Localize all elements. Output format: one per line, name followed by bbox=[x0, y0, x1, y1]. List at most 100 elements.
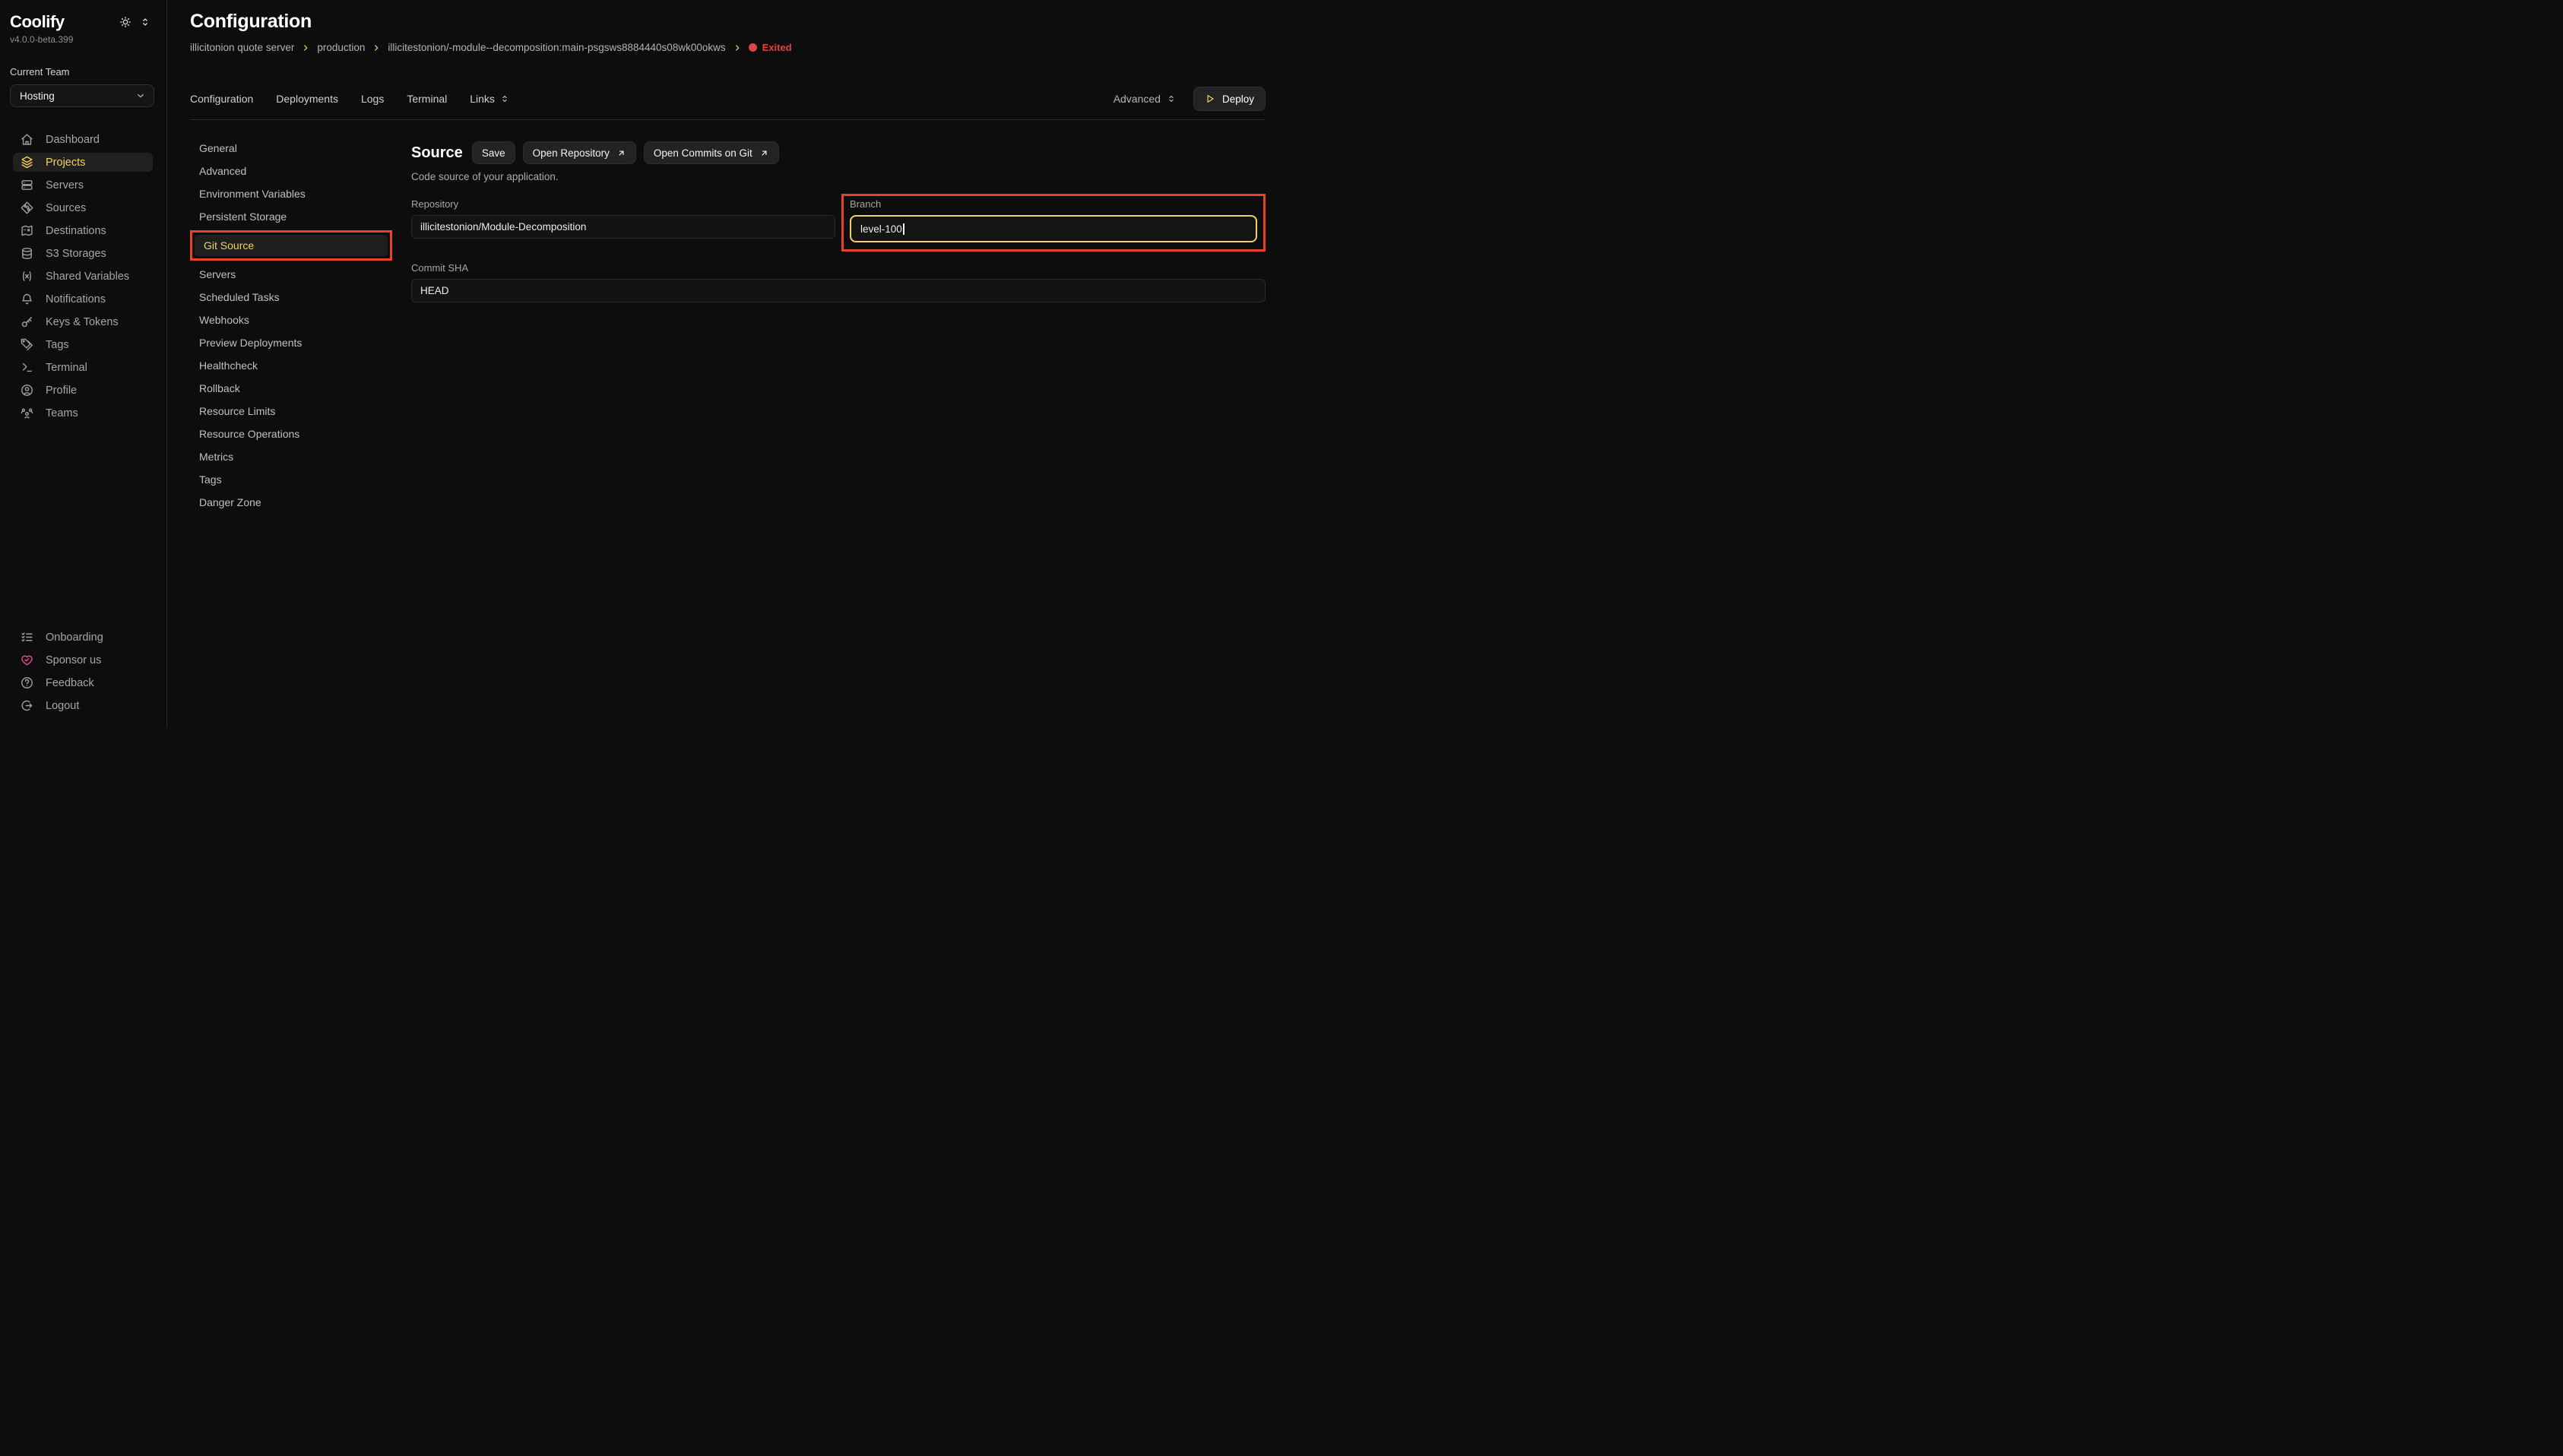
open-repository-button[interactable]: Open Repository bbox=[523, 141, 636, 164]
section-description: Code source of your application. bbox=[411, 171, 1266, 182]
branch-label: Branch bbox=[850, 198, 1257, 210]
tabs: Configuration Deployments Logs Terminal … bbox=[190, 93, 510, 105]
terminal-icon bbox=[21, 361, 33, 374]
subnav-item-git-source[interactable]: Git Source bbox=[190, 230, 392, 261]
commit-sha-input[interactable] bbox=[411, 279, 1266, 302]
text-caret bbox=[903, 223, 904, 235]
section-heading: Source bbox=[411, 144, 463, 162]
tab-configuration[interactable]: Configuration bbox=[190, 93, 253, 105]
commit-sha-field: Commit SHA bbox=[411, 258, 1266, 302]
app-root: Coolify v4.0.0-beta.399 Current Team Hos… bbox=[0, 0, 1282, 728]
sidebar-item-servers[interactable]: Servers bbox=[13, 176, 153, 195]
tabs-divider bbox=[190, 119, 1266, 120]
subnav-item-advanced[interactable]: Advanced bbox=[190, 160, 392, 182]
sidebar: Coolify v4.0.0-beta.399 Current Team Hos… bbox=[0, 0, 167, 728]
tab-logs[interactable]: Logs bbox=[361, 93, 384, 105]
subnav-item-environment-variables[interactable]: Environment Variables bbox=[190, 183, 392, 204]
home-icon bbox=[21, 133, 33, 146]
sun-icon bbox=[119, 16, 131, 28]
advanced-menu-button[interactable]: Advanced bbox=[1114, 93, 1177, 105]
sidebar-item-shared-variables[interactable]: Shared Variables bbox=[13, 267, 153, 286]
chevrons-up-down-icon bbox=[139, 16, 151, 28]
tabs-row: Configuration Deployments Logs Terminal … bbox=[190, 87, 1266, 111]
subnav-item-resource-limits[interactable]: Resource Limits bbox=[190, 400, 392, 422]
arrow-up-right-icon bbox=[759, 148, 769, 158]
subnav-item-persistent-storage[interactable]: Persistent Storage bbox=[190, 206, 392, 227]
sidebar-item-sponsor-us[interactable]: Sponsor us bbox=[13, 650, 153, 669]
chevron-right-icon bbox=[301, 43, 310, 52]
subnav-item-danger-zone[interactable]: Danger Zone bbox=[190, 492, 392, 513]
sidebar-item-dashboard[interactable]: Dashboard bbox=[13, 130, 153, 149]
repository-field: Repository bbox=[411, 194, 835, 252]
branch-input[interactable]: level-100 bbox=[850, 215, 1257, 242]
server-icon bbox=[21, 179, 33, 191]
deploy-label: Deploy bbox=[1222, 93, 1254, 105]
sidebar-item-teams[interactable]: Teams bbox=[13, 404, 153, 423]
sidebar-footer-nav: Onboarding Sponsor us Feedback Logout bbox=[10, 628, 156, 715]
open-commits-button[interactable]: Open Commits on Git bbox=[644, 141, 779, 164]
checklist-icon bbox=[21, 631, 33, 644]
source-panel: Source Save Open Repository Open Commits… bbox=[392, 136, 1266, 514]
subnav-item-webhooks[interactable]: Webhooks bbox=[190, 309, 392, 331]
sidebar-item-feedback[interactable]: Feedback bbox=[13, 673, 153, 692]
sidebar-item-tags[interactable]: Tags bbox=[13, 335, 153, 354]
status-dot bbox=[749, 43, 757, 52]
sidebar-navigation: Dashboard Projects Servers Sources Desti… bbox=[10, 130, 156, 423]
arrow-up-right-icon bbox=[616, 148, 626, 158]
subnav-item-preview-deployments[interactable]: Preview Deployments bbox=[190, 332, 392, 353]
tab-deployments[interactable]: Deployments bbox=[276, 93, 338, 105]
sidebar-item-projects[interactable]: Projects bbox=[13, 153, 153, 172]
breadcrumb-link[interactable]: production bbox=[317, 42, 365, 53]
status-label: Exited bbox=[762, 42, 792, 53]
git-source-icon bbox=[21, 201, 33, 214]
chevron-right-icon bbox=[372, 43, 381, 52]
chevron-right-icon bbox=[733, 43, 742, 52]
save-button[interactable]: Save bbox=[472, 141, 515, 164]
open-repository-label: Open Repository bbox=[533, 147, 610, 159]
subnav-item-tags[interactable]: Tags bbox=[190, 469, 392, 490]
database-icon bbox=[21, 247, 33, 260]
team-select-value: Hosting bbox=[20, 90, 55, 102]
sidebar-item-terminal[interactable]: Terminal bbox=[13, 358, 153, 377]
sidebar-item-logout[interactable]: Logout bbox=[13, 696, 153, 715]
repository-input[interactable] bbox=[411, 215, 835, 239]
sidebar-item-profile[interactable]: Profile bbox=[13, 381, 153, 400]
deploy-button[interactable]: Deploy bbox=[1193, 87, 1266, 111]
subnav-item-metrics[interactable]: Metrics bbox=[190, 446, 392, 467]
open-commits-label: Open Commits on Git bbox=[654, 147, 752, 159]
subnav-item-resource-operations[interactable]: Resource Operations bbox=[190, 423, 392, 445]
sidebar-item-notifications[interactable]: Notifications bbox=[13, 290, 153, 309]
breadcrumb-link[interactable]: illicitonion quote server bbox=[190, 42, 294, 53]
sidebar-bottom: Onboarding Sponsor us Feedback Logout bbox=[0, 624, 166, 728]
tab-links[interactable]: Links bbox=[470, 93, 510, 105]
sidebar-expander-button[interactable] bbox=[139, 16, 151, 28]
subnav-item-servers[interactable]: Servers bbox=[190, 264, 392, 285]
coolify-logo[interactable]: Coolify bbox=[10, 12, 65, 32]
help-icon bbox=[21, 676, 33, 689]
sidebar-item-s3-storages[interactable]: S3 Storages bbox=[13, 244, 153, 263]
advanced-label: Advanced bbox=[1114, 93, 1161, 105]
layers-icon bbox=[21, 156, 33, 169]
play-icon bbox=[1205, 93, 1215, 104]
branch-field: Branch level-100 bbox=[850, 198, 1257, 242]
theme-toggle-button[interactable] bbox=[119, 16, 131, 28]
tab-terminal[interactable]: Terminal bbox=[407, 93, 447, 105]
key-icon bbox=[21, 315, 33, 328]
sidebar-item-sources[interactable]: Sources bbox=[13, 198, 153, 217]
commit-sha-label: Commit SHA bbox=[411, 262, 1266, 274]
sidebar-item-destinations[interactable]: Destinations bbox=[13, 221, 153, 240]
breadcrumb-link[interactable]: illicitestonion/-module--decomposition:m… bbox=[388, 42, 725, 53]
branch-value: level-100 bbox=[860, 223, 902, 235]
current-team-label: Current Team bbox=[10, 66, 156, 78]
subnav-item-healthcheck[interactable]: Healthcheck bbox=[190, 355, 392, 376]
subnav-item-general[interactable]: General bbox=[190, 138, 392, 159]
sidebar-item-onboarding[interactable]: Onboarding bbox=[13, 628, 153, 647]
subnav-item-rollback[interactable]: Rollback bbox=[190, 378, 392, 399]
team-select[interactable]: Hosting bbox=[10, 84, 154, 107]
app-version: v4.0.0-beta.399 bbox=[10, 34, 156, 45]
chevron-down-icon bbox=[135, 90, 146, 101]
subnav-item-scheduled-tasks[interactable]: Scheduled Tasks bbox=[190, 286, 392, 308]
sidebar-item-keys-tokens[interactable]: Keys & Tokens bbox=[13, 312, 153, 331]
main-content: Configuration illicitonion quote server p… bbox=[167, 0, 1282, 728]
breadcrumb: illicitonion quote server production illic… bbox=[190, 42, 1266, 53]
